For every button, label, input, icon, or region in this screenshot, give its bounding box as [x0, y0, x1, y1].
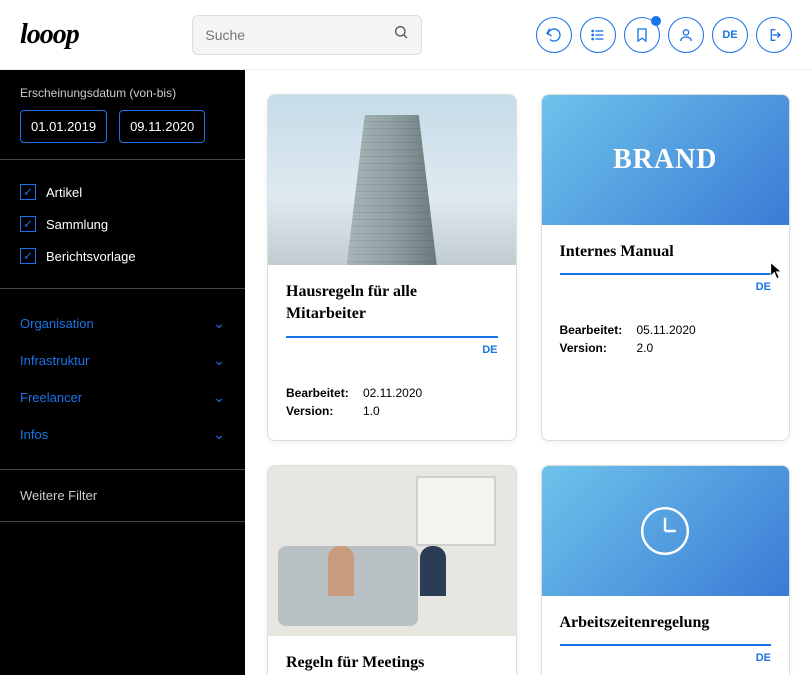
check-icon: ✓	[20, 216, 36, 232]
search-wrap	[99, 15, 516, 55]
logout-button[interactable]	[756, 17, 792, 53]
checkbox-label: Sammlung	[46, 217, 108, 232]
meta-version-label: Version:	[286, 404, 351, 418]
card-arbeitszeitenregelung[interactable]: Arbeitszeitenregelung DE Bearbeitet: 29.…	[541, 465, 791, 675]
brand-text: BRAND	[613, 144, 718, 176]
sidebar: Erscheinungsdatum (von-bis) 01.01.2019 0…	[0, 70, 245, 675]
category-label: Infrastruktur	[20, 353, 89, 368]
checkbox-label: Artikel	[46, 185, 82, 200]
card-lang: DE	[286, 344, 498, 356]
card-lang: DE	[560, 281, 772, 293]
title-underline	[286, 336, 498, 338]
meta-edited-value: 02.11.2020	[363, 386, 422, 400]
meta-edited-value: 05.11.2020	[637, 323, 696, 337]
profile-button[interactable]	[668, 17, 704, 53]
logo: looop	[20, 19, 79, 51]
category-infos[interactable]: Infos ⌄	[20, 416, 225, 453]
list-button[interactable]	[580, 17, 616, 53]
card-internes-manual[interactable]: BRAND Internes Manual DE Bearbeitet: 05.…	[541, 94, 791, 441]
clock-icon	[635, 501, 695, 561]
search-input[interactable]	[205, 27, 393, 43]
checkbox-sammlung[interactable]: ✓ Sammlung	[20, 208, 225, 240]
chevron-down-icon: ⌄	[213, 315, 225, 332]
card-hausregeln[interactable]: Hausregeln für alle Mitarbeiter DE Bearb…	[267, 94, 517, 441]
category-filter-section: Organisation ⌄ Infrastruktur ⌄ Freelance…	[0, 289, 245, 470]
refresh-button[interactable]	[536, 17, 572, 53]
card-image-clock	[542, 466, 790, 596]
content-area: Hausregeln für alle Mitarbeiter DE Bearb…	[245, 70, 812, 675]
meta-version-value: 2.0	[637, 341, 654, 355]
card-regeln-meetings[interactable]: Regeln für Meetings	[267, 465, 517, 675]
card-lang: DE	[560, 652, 772, 664]
chevron-down-icon: ⌄	[213, 389, 225, 406]
check-icon: ✓	[20, 248, 36, 264]
card-title: Internes Manual	[560, 241, 772, 263]
category-label: Freelancer	[20, 390, 82, 405]
card-title: Regeln für Meetings	[286, 652, 498, 674]
search-icon	[393, 24, 409, 45]
header: looop DE	[0, 0, 812, 70]
checkbox-label: Berichtsvorlage	[46, 249, 136, 264]
language-button[interactable]: DE	[712, 17, 748, 53]
meta-edited-label: Bearbeitet:	[560, 323, 625, 337]
type-filter-section: ✓ Artikel ✓ Sammlung ✓ Berichtsvorlage	[0, 160, 245, 289]
date-filter-section: Erscheinungsdatum (von-bis) 01.01.2019 0…	[0, 70, 245, 160]
card-title: Arbeitszeitenregelung	[560, 612, 772, 634]
date-to-input[interactable]: 09.11.2020	[119, 110, 205, 143]
header-actions: DE	[536, 17, 792, 53]
title-underline	[560, 644, 772, 646]
date-filter-label: Erscheinungsdatum (von-bis)	[20, 86, 225, 100]
category-label: Organisation	[20, 316, 94, 331]
category-freelancer[interactable]: Freelancer ⌄	[20, 379, 225, 416]
card-meta: Bearbeitet: 02.11.2020 Version: 1.0	[268, 372, 516, 440]
check-icon: ✓	[20, 184, 36, 200]
checkbox-artikel[interactable]: ✓ Artikel	[20, 176, 225, 208]
category-infrastruktur[interactable]: Infrastruktur ⌄	[20, 342, 225, 379]
card-image	[268, 466, 516, 636]
bookmark-button[interactable]	[624, 17, 660, 53]
category-label: Infos	[20, 427, 48, 442]
chevron-down-icon: ⌄	[213, 426, 225, 443]
title-underline	[560, 273, 772, 275]
meta-version-value: 1.0	[363, 404, 380, 418]
date-from-input[interactable]: 01.01.2019	[20, 110, 107, 143]
more-filters[interactable]: Weitere Filter	[0, 470, 245, 522]
chevron-down-icon: ⌄	[213, 352, 225, 369]
notification-dot-icon	[651, 16, 661, 26]
checkbox-berichtsvorlage[interactable]: ✓ Berichtsvorlage	[20, 240, 225, 272]
meta-version-label: Version:	[560, 341, 625, 355]
card-image-brand: BRAND	[542, 95, 790, 225]
card-image	[268, 95, 516, 265]
search-box[interactable]	[192, 15, 422, 55]
card-meta: Bearbeitet: 05.11.2020 Version: 2.0	[542, 309, 790, 377]
category-organisation[interactable]: Organisation ⌄	[20, 305, 225, 342]
meta-edited-label: Bearbeitet:	[286, 386, 351, 400]
card-title: Hausregeln für alle Mitarbeiter	[286, 281, 498, 326]
